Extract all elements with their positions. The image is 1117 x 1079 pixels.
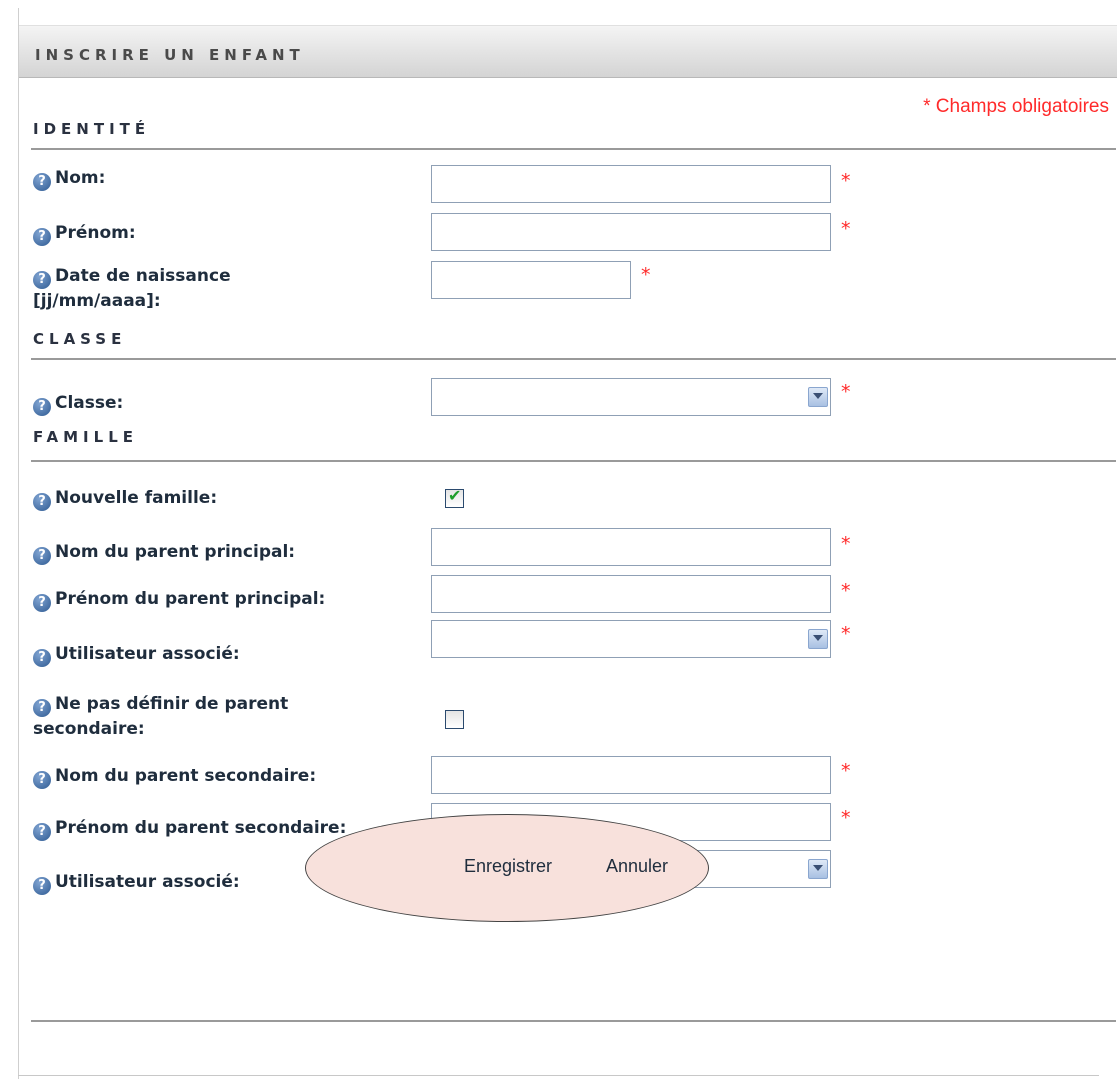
prenom-input[interactable] — [431, 213, 831, 251]
section-title-famille: FAMILLE — [33, 428, 139, 446]
help-question-icon[interactable]: ? — [33, 649, 51, 667]
field-label-nom-parent-secondaire: ? Nom du parent secondaire: — [33, 764, 316, 789]
field-label-nom: ? Nom: — [33, 166, 105, 191]
classe-select[interactable] — [431, 378, 831, 416]
required-marker: * — [841, 170, 851, 192]
chevron-down-icon[interactable] — [808, 629, 828, 649]
date-naissance-input[interactable] — [431, 261, 631, 299]
help-question-icon[interactable]: ? — [33, 271, 51, 289]
utilisateur-associe-1-select[interactable] — [431, 620, 831, 658]
nouvelle-famille-checkbox[interactable]: ✔ — [445, 486, 464, 508]
help-question-icon[interactable]: ? — [33, 771, 51, 789]
chevron-down-icon[interactable] — [808, 387, 828, 407]
field-label-date-naissance: ? Date de naissance [jj/mm/aaaa]: — [33, 266, 231, 311]
section-divider — [31, 358, 1116, 360]
help-question-icon[interactable]: ? — [33, 547, 51, 565]
help-question-icon[interactable]: ? — [33, 594, 51, 612]
field-label-nom-parent-principal: ? Nom du parent principal: — [33, 540, 295, 565]
nom-input[interactable] — [431, 165, 831, 203]
required-marker: * — [841, 807, 851, 829]
form-panel: INSCRIRE UN ENFANT * Champs obligatoires… — [18, 8, 1117, 1079]
help-question-icon[interactable]: ? — [33, 699, 51, 717]
section-divider — [31, 460, 1116, 462]
form-header: INSCRIRE UN ENFANT — [19, 25, 1117, 78]
actions-highlight: Enregistrer Annuler — [305, 814, 709, 922]
field-label-prenom-parent-secondaire: ? Prénom du parent secondaire: — [33, 816, 346, 841]
field-label-pas-parent-secondaire: ? Ne pas définir de parent secondaire: — [33, 694, 289, 739]
field-label-prenom-parent-principal: ? Prénom du parent principal: — [33, 587, 325, 612]
field-label-nouvelle-famille: ? Nouvelle famille: — [33, 486, 217, 511]
help-question-icon[interactable]: ? — [33, 493, 51, 511]
field-label-utilisateur-associe-1: ? Utilisateur associé: — [33, 642, 240, 667]
cancel-button[interactable]: Annuler — [606, 856, 668, 877]
prenom-parent-principal-input[interactable] — [431, 575, 831, 613]
save-button[interactable]: Enregistrer — [464, 856, 552, 877]
help-question-icon[interactable]: ? — [33, 173, 51, 191]
help-question-icon[interactable]: ? — [33, 823, 51, 841]
field-label-utilisateur-associe-2: ? Utilisateur associé: — [33, 870, 240, 895]
nom-parent-principal-input[interactable] — [431, 528, 831, 566]
page-bottom-border — [18, 1075, 1099, 1076]
form-footer-divider — [31, 1020, 1116, 1022]
field-label-prenom: ? Prénom: — [33, 221, 136, 246]
required-marker: * — [841, 381, 851, 403]
section-title-identite: IDENTITÉ — [33, 120, 151, 138]
nom-parent-secondaire-input[interactable] — [431, 756, 831, 794]
required-marker: * — [841, 218, 851, 240]
required-fields-note: * Champs obligatoires — [923, 96, 1109, 117]
help-question-icon[interactable]: ? — [33, 228, 51, 246]
section-title-classe: CLASSE — [33, 330, 127, 348]
help-question-icon[interactable]: ? — [33, 877, 51, 895]
help-question-icon[interactable]: ? — [33, 398, 51, 416]
checkmark-icon: ✔ — [448, 486, 462, 505]
required-marker: * — [841, 623, 851, 645]
required-marker: * — [841, 760, 851, 782]
section-divider — [31, 148, 1116, 150]
required-marker: * — [641, 264, 651, 286]
chevron-down-icon[interactable] — [808, 859, 828, 879]
required-marker: * — [841, 580, 851, 602]
required-marker: * — [841, 533, 851, 555]
form-title: INSCRIRE UN ENFANT — [35, 46, 305, 64]
pas-parent-secondaire-checkbox[interactable] — [445, 710, 464, 729]
field-label-classe: ? Classe: — [33, 391, 123, 416]
